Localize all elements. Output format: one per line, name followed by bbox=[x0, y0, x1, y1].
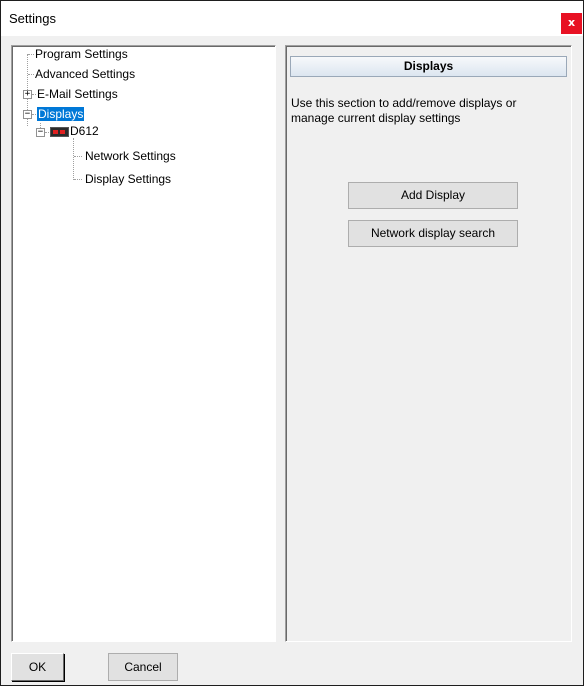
tree-line bbox=[74, 156, 82, 157]
tree-line bbox=[28, 54, 34, 55]
tree-item-label: E-Mail Settings bbox=[37, 87, 118, 101]
dialog-footer: OK Cancel bbox=[1, 645, 583, 685]
collapse-icon[interactable]: − bbox=[36, 128, 45, 137]
window-title: Settings bbox=[9, 11, 56, 26]
panel-header: Displays bbox=[290, 56, 567, 77]
tree-item-program-settings[interactable]: Program Settings bbox=[35, 46, 128, 62]
displays-panel: Displays Use this section to add/remove … bbox=[285, 45, 572, 642]
tree-line bbox=[45, 132, 49, 133]
close-button[interactable]: x bbox=[561, 13, 582, 34]
tree-line bbox=[32, 94, 36, 95]
tree-item-advanced-settings[interactable]: Advanced Settings bbox=[35, 66, 135, 82]
tree-item-d612[interactable]: D612 bbox=[70, 123, 99, 139]
ok-button[interactable]: OK bbox=[11, 653, 64, 681]
tree-item-label: Program Settings bbox=[35, 47, 128, 61]
title-bar[interactable]: Settings x bbox=[1, 1, 583, 36]
tree-item-label: Advanced Settings bbox=[35, 67, 136, 81]
dialog-client-area: Program Settings Advanced Settings + E-M… bbox=[1, 36, 583, 685]
tree-line bbox=[74, 179, 82, 180]
tree-item-network-settings[interactable]: Network Settings bbox=[85, 148, 176, 164]
add-display-button[interactable]: Add Display bbox=[348, 182, 518, 209]
tree-item-label: Network Settings bbox=[85, 149, 176, 163]
settings-window: Settings x Program Settings Advanced Set… bbox=[0, 0, 584, 686]
tree-item-label: D612 bbox=[70, 124, 99, 138]
tree-line bbox=[32, 114, 36, 115]
panel-description: Use this section to add/remove displays … bbox=[291, 96, 517, 125]
tree-item-email-settings[interactable]: E-Mail Settings bbox=[37, 86, 118, 102]
collapse-icon[interactable]: − bbox=[23, 110, 32, 119]
tree-line bbox=[73, 138, 74, 180]
tree-item-label: Displays bbox=[35, 106, 86, 122]
tree-line bbox=[28, 74, 34, 75]
settings-tree[interactable]: Program Settings Advanced Settings + E-M… bbox=[11, 45, 276, 642]
expand-icon[interactable]: + bbox=[23, 90, 32, 99]
tree-item-display-settings[interactable]: Display Settings bbox=[85, 171, 171, 187]
cancel-button[interactable]: Cancel bbox=[108, 653, 178, 681]
led-display-icon bbox=[50, 127, 69, 137]
tree-item-label: Display Settings bbox=[85, 172, 172, 186]
network-display-search-button[interactable]: Network display search bbox=[348, 220, 518, 247]
tree-item-displays[interactable]: Displays bbox=[35, 106, 86, 122]
